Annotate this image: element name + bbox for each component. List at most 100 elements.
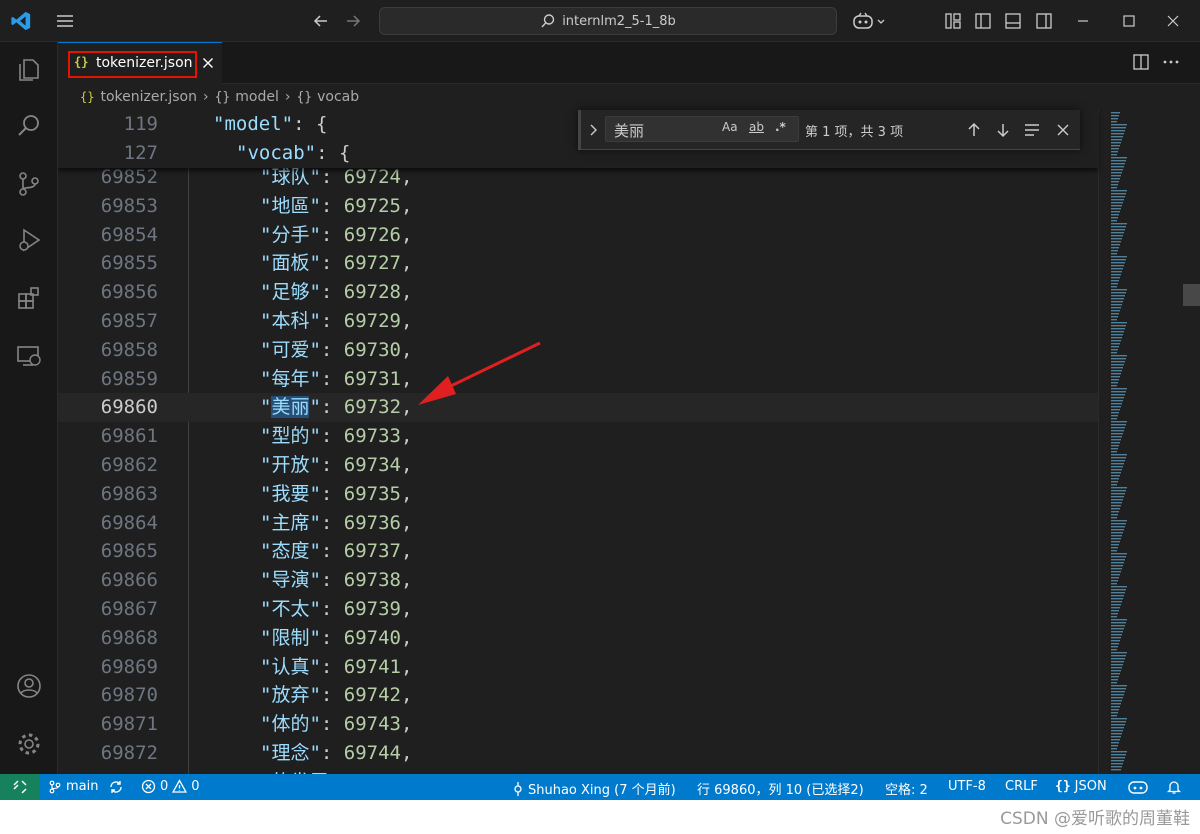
code-line[interactable]: 69854 "分手": 69726, — [58, 221, 1098, 250]
code-content: "本科": 69729, — [260, 307, 412, 336]
code-editor[interactable]: 69852 "球队": 69724, 69853 "地區": 69725, 69854 "… — [58, 110, 1200, 774]
minimap-line — [1111, 388, 1127, 390]
use-regex-toggle[interactable]: .* — [775, 120, 786, 134]
code-line[interactable]: 69864 "主席": 69736, — [58, 509, 1098, 538]
customize-layout-icon[interactable] — [940, 8, 966, 34]
code-line[interactable]: 69853 "地區": 69725, — [58, 192, 1098, 221]
notifications-bell-icon[interactable] — [1166, 779, 1182, 795]
code-line[interactable]: 69860 "美丽": 69732, — [58, 393, 1098, 423]
minimap-line — [1111, 547, 1118, 549]
remote-indicator-icon[interactable] — [0, 774, 40, 800]
source-control-icon[interactable] — [11, 166, 47, 202]
code-line[interactable]: 69859 "每年": 69731, — [58, 365, 1098, 394]
minimap-line — [1111, 142, 1121, 144]
more-actions-icon[interactable] — [1162, 53, 1180, 71]
code-line[interactable]: 69868 "限制": 69740, — [58, 624, 1098, 653]
settings-gear-icon[interactable] — [11, 726, 47, 762]
match-whole-word-toggle[interactable]: ab — [749, 120, 764, 134]
back-arrow-icon[interactable] — [308, 8, 334, 34]
minimap-line — [1111, 739, 1120, 741]
match-case-toggle[interactable]: Aa — [722, 120, 738, 134]
minimap-line — [1111, 211, 1120, 213]
split-editor-icon[interactable] — [1132, 53, 1150, 71]
explorer-icon[interactable] — [11, 52, 47, 88]
scrollbar-thumb[interactable] — [1183, 284, 1200, 306]
accounts-icon[interactable] — [11, 668, 47, 704]
toggle-secondary-sidebar-icon[interactable] — [1031, 8, 1057, 34]
language-mode[interactable]: {} JSON — [1055, 779, 1107, 794]
close-find-icon[interactable] — [1054, 121, 1072, 139]
minimap-line — [1111, 454, 1127, 456]
code-line[interactable]: 69857 "本科": 69729, — [58, 307, 1098, 336]
minimap-line — [1111, 406, 1121, 408]
find-input[interactable]: 美丽 — [605, 116, 799, 142]
breadcrumb-file[interactable]: tokenizer.json — [100, 89, 197, 105]
close-icon[interactable] — [200, 55, 216, 71]
code-line[interactable]: 69869 "认真": 69741, — [58, 653, 1098, 682]
eol-indicator[interactable]: CRLF — [1005, 779, 1038, 794]
code-line[interactable]: 69865 "态度": 69737, — [58, 537, 1098, 566]
cursor-position[interactable]: 行 69860，列 10 (已选择2) — [697, 779, 864, 798]
find-in-selection-icon[interactable] — [1023, 121, 1041, 139]
minimap-line — [1111, 577, 1119, 579]
code-line[interactable]: 69858 "可爱": 69730, — [58, 336, 1098, 365]
minimap-line — [1111, 727, 1124, 729]
code-line[interactable]: 69861 "型的": 69733, — [58, 422, 1098, 451]
code-line[interactable]: 69855 "面板": 69727, — [58, 249, 1098, 278]
search-icon[interactable] — [11, 108, 47, 144]
minimap-line — [1111, 136, 1123, 138]
breadcrumb-item-model[interactable]: model — [235, 89, 279, 105]
minimize-window-icon[interactable] — [1070, 8, 1096, 34]
minimap-line — [1111, 238, 1122, 240]
code-line[interactable]: 69862 "开放": 69734, — [58, 451, 1098, 480]
code-line[interactable]: 69856 "足够": 69728, — [58, 278, 1098, 307]
minimap-line — [1111, 166, 1124, 168]
find-result-count: 第 1 项，共 3 项 — [805, 125, 904, 140]
minimap-line — [1111, 697, 1123, 699]
code-line[interactable]: 69866 "导演": 69738, — [58, 566, 1098, 595]
toggle-panel-icon[interactable] — [1000, 8, 1026, 34]
quote-mark: " — [260, 396, 272, 419]
code-line[interactable]: 69870 "放弃": 69742, — [58, 681, 1098, 710]
minimap-line — [1111, 712, 1118, 714]
minimap-line — [1111, 694, 1124, 696]
minimap-line — [1111, 589, 1126, 591]
sync-icon[interactable] — [108, 779, 124, 795]
minimap-line — [1111, 358, 1126, 360]
copilot-status-icon[interactable] — [1128, 779, 1148, 795]
minimap[interactable] — [1098, 110, 1200, 774]
minimap-line — [1111, 760, 1124, 762]
remote-explorer-icon[interactable] — [11, 338, 47, 374]
git-branch-icon — [48, 780, 62, 794]
close-window-icon[interactable] — [1160, 8, 1186, 34]
tab-tokenizer-json[interactable]: {} tokenizer.json — [58, 42, 222, 84]
minimap-line — [1111, 724, 1125, 726]
json-punctuation: : { — [293, 113, 328, 135]
minimap-line — [1111, 562, 1124, 564]
minimap-line — [1111, 370, 1122, 372]
breadcrumb-item-vocab[interactable]: vocab — [317, 89, 359, 105]
maximize-window-icon[interactable] — [1116, 8, 1142, 34]
json-colon: : — [320, 511, 344, 534]
encoding-indicator[interactable]: UTF-8 — [948, 779, 986, 794]
toggle-replace-chevron-icon[interactable] — [587, 121, 601, 139]
minimap-line — [1111, 175, 1121, 177]
code-line[interactable]: 69872 "理念": 69744, — [58, 739, 1098, 768]
run-debug-icon[interactable] — [11, 222, 47, 258]
next-match-arrow-icon[interactable] — [994, 121, 1012, 139]
toggle-primary-sidebar-icon[interactable] — [970, 8, 996, 34]
code-line[interactable]: 69867 "不太": 69739, — [58, 595, 1098, 624]
code-line[interactable]: 69871 "体的": 69743, — [58, 710, 1098, 739]
branch-indicator[interactable]: main — [48, 779, 98, 794]
extensions-icon[interactable] — [11, 280, 47, 316]
copilot-icon[interactable] — [850, 8, 890, 34]
forward-arrow-icon[interactable] — [340, 8, 366, 34]
git-blame-indicator[interactable]: Shuhao Xing (7 个月前) — [512, 779, 676, 798]
problems-indicator[interactable]: 0 0 — [141, 779, 200, 794]
code-line[interactable]: 69863 "我要": 69735, — [58, 480, 1098, 509]
command-center-search[interactable]: internlm2_5-1_8b — [379, 7, 837, 35]
line-number: 69869 — [100, 655, 158, 678]
previous-match-arrow-icon[interactable] — [965, 121, 983, 139]
indentation-indicator[interactable]: 空格: 2 — [885, 779, 928, 798]
menu-icon[interactable] — [52, 8, 78, 34]
